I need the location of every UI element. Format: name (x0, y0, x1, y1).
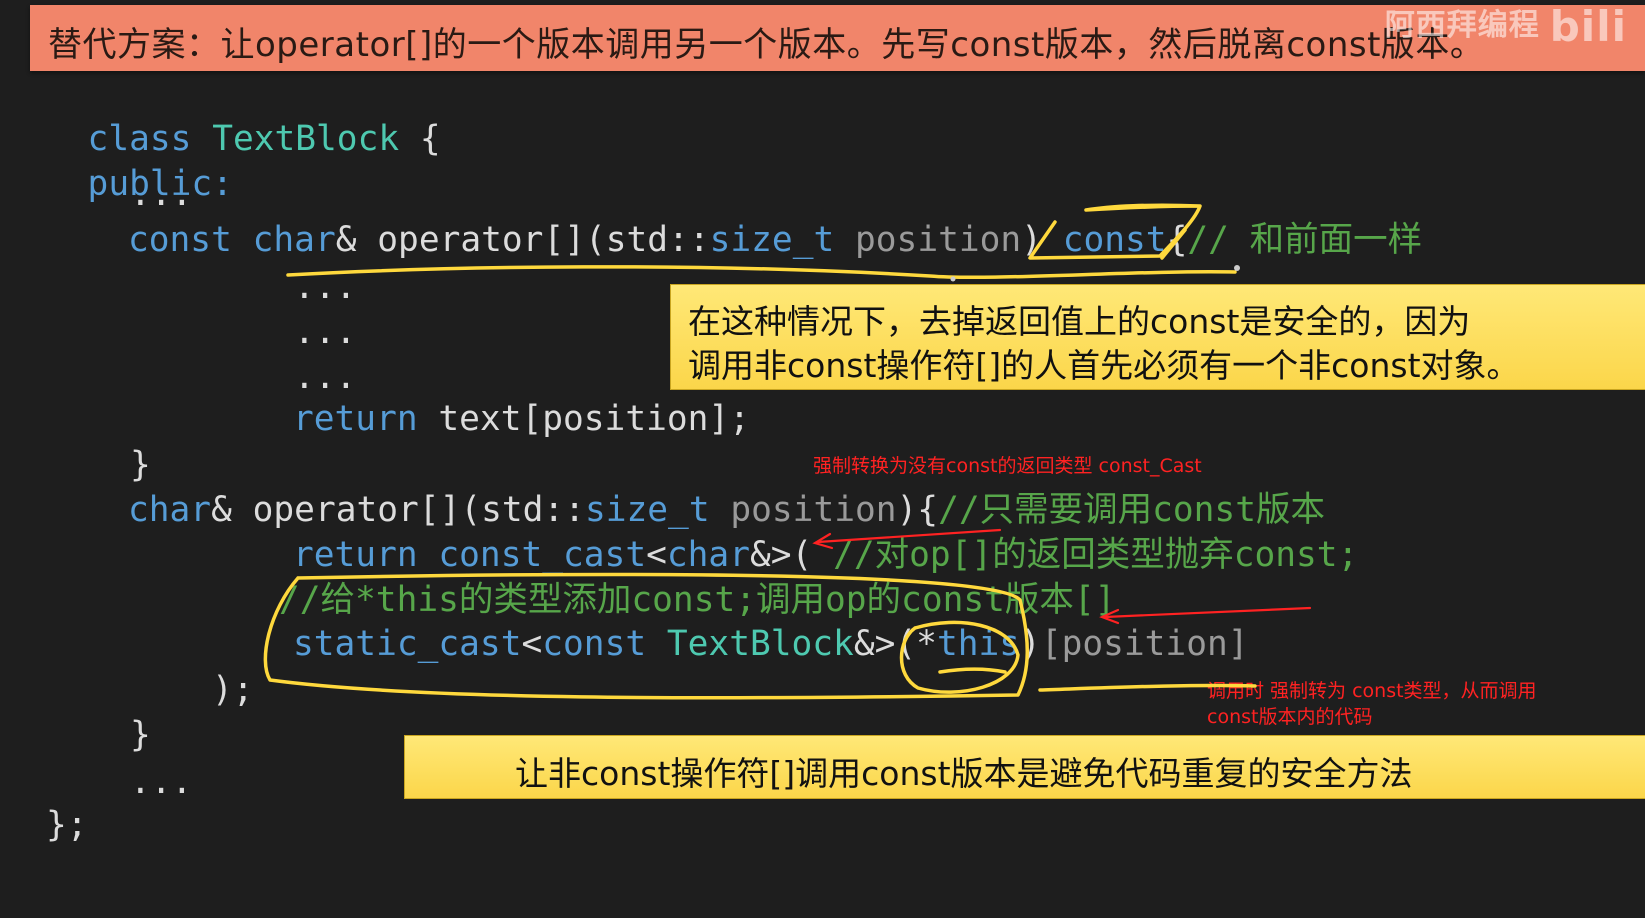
class-name: TextBlock (212, 118, 400, 159)
code-text: < (521, 624, 543, 664)
parameter: position (709, 490, 897, 530)
code-comment: //对op[]的返回类型抛弃const; (833, 535, 1359, 575)
parameter: [position] (1040, 624, 1249, 664)
code-line-close-brace: } (130, 445, 151, 485)
annotation-const-cast: 强制转换为没有const的返回类型 const_Cast (813, 455, 1202, 477)
code-text: ) (1021, 220, 1063, 260)
code-line-ellipsis: ... (294, 312, 357, 352)
annotation-static-cast-line2: const版本内的代码 (1207, 706, 1373, 728)
cursor-dot (950, 276, 956, 282)
banner-title: 替代方案：让operator[]的一个版本调用另一个版本。先写const版本，然… (48, 25, 1485, 65)
keyword: const (1062, 220, 1167, 260)
code-line-ellipsis: ... (130, 174, 193, 214)
cast-keyword: const_cast (417, 535, 647, 575)
keyword: const (128, 220, 232, 260)
code-text: & operator[](std:: (211, 490, 585, 530)
code-line-return-const-cast: return const_cast<char&>( //对op[]的返回类型抛弃… (293, 538, 1358, 573)
code-line-ellipsis: ... (294, 267, 357, 307)
keyword: size_t (584, 490, 710, 530)
bilibili-watermark: 阿西拜编程 bili (1385, 0, 1627, 51)
watermark-channel: 阿西拜编程 (1384, 8, 1540, 43)
code-line-static-cast: static_cast<const TextBlock&>(*this)[pos… (293, 627, 1249, 662)
underline-const-operator (286, 265, 1237, 280)
callout-line: 让非const操作符[]调用const版本是避免代码重复的安全方法 (515, 754, 1413, 793)
keyword: char (252, 220, 336, 260)
code-line-const-operator: const char& operator[](std::size_t posit… (128, 223, 1422, 258)
underline-this (938, 667, 1007, 674)
annotation-static-cast-line1: 调用时 强制转为 const类型，从而调用 (1207, 680, 1537, 702)
code-text: { (1166, 220, 1188, 260)
callout-line: 调用非const操作符[]的人首先必须有一个非const对象。 (688, 346, 1520, 385)
code-line-close-paren: ); (212, 670, 254, 710)
code-comment-add-const: //给*this的类型添加const;调用op的const版本[] (279, 580, 1116, 620)
code-comment: //只需要调用const版本 (938, 490, 1325, 530)
code-comment: // 和前面一样 (1187, 220, 1423, 260)
class-name: TextBlock (646, 624, 854, 664)
code-text: & operator[](std:: (335, 220, 710, 260)
code-line-ellipsis: ... (130, 762, 193, 802)
keyword: return (293, 535, 418, 575)
code-text: &>(* (853, 624, 937, 664)
keyword: this (936, 624, 1021, 664)
code-line-nonconst-operator: char& operator[](std::size_t position){/… (128, 493, 1325, 528)
bilibili-logo-icon: bili (1549, 2, 1627, 51)
code-text: ){ (896, 490, 939, 530)
code-text: text[position]; (417, 399, 750, 439)
cast-keyword: static_cast (293, 624, 522, 664)
callout-line: 在这种情况下，去掉返回值上的const是安全的，因为 (688, 302, 1471, 341)
keyword: char (128, 490, 212, 530)
code-line-class-end: }; (46, 805, 88, 845)
keyword: const (542, 624, 647, 664)
code-text: &>( (749, 535, 834, 575)
code-line-close-brace: } (130, 715, 151, 755)
code-text: ) (1020, 624, 1041, 664)
keyword: size_t (709, 220, 835, 260)
keyword: char (666, 535, 750, 575)
code-line-ellipsis: ... (294, 357, 357, 397)
parameter: position (834, 220, 1022, 260)
code-line-return-text: return text[position]; (293, 402, 750, 437)
cursor-dot (1234, 265, 1240, 271)
callout-const-safety: 在这种情况下，去掉返回值上的const是安全的，因为 调用非const操作符[]… (670, 284, 1645, 390)
code-text: < (646, 535, 667, 575)
keyword: return (293, 399, 418, 439)
arrow-to-static-cast (1103, 606, 1312, 619)
callout-avoid-duplication: 让非const操作符[]调用const版本是避免代码重复的安全方法 (404, 735, 1645, 799)
code-text: { (399, 118, 441, 159)
